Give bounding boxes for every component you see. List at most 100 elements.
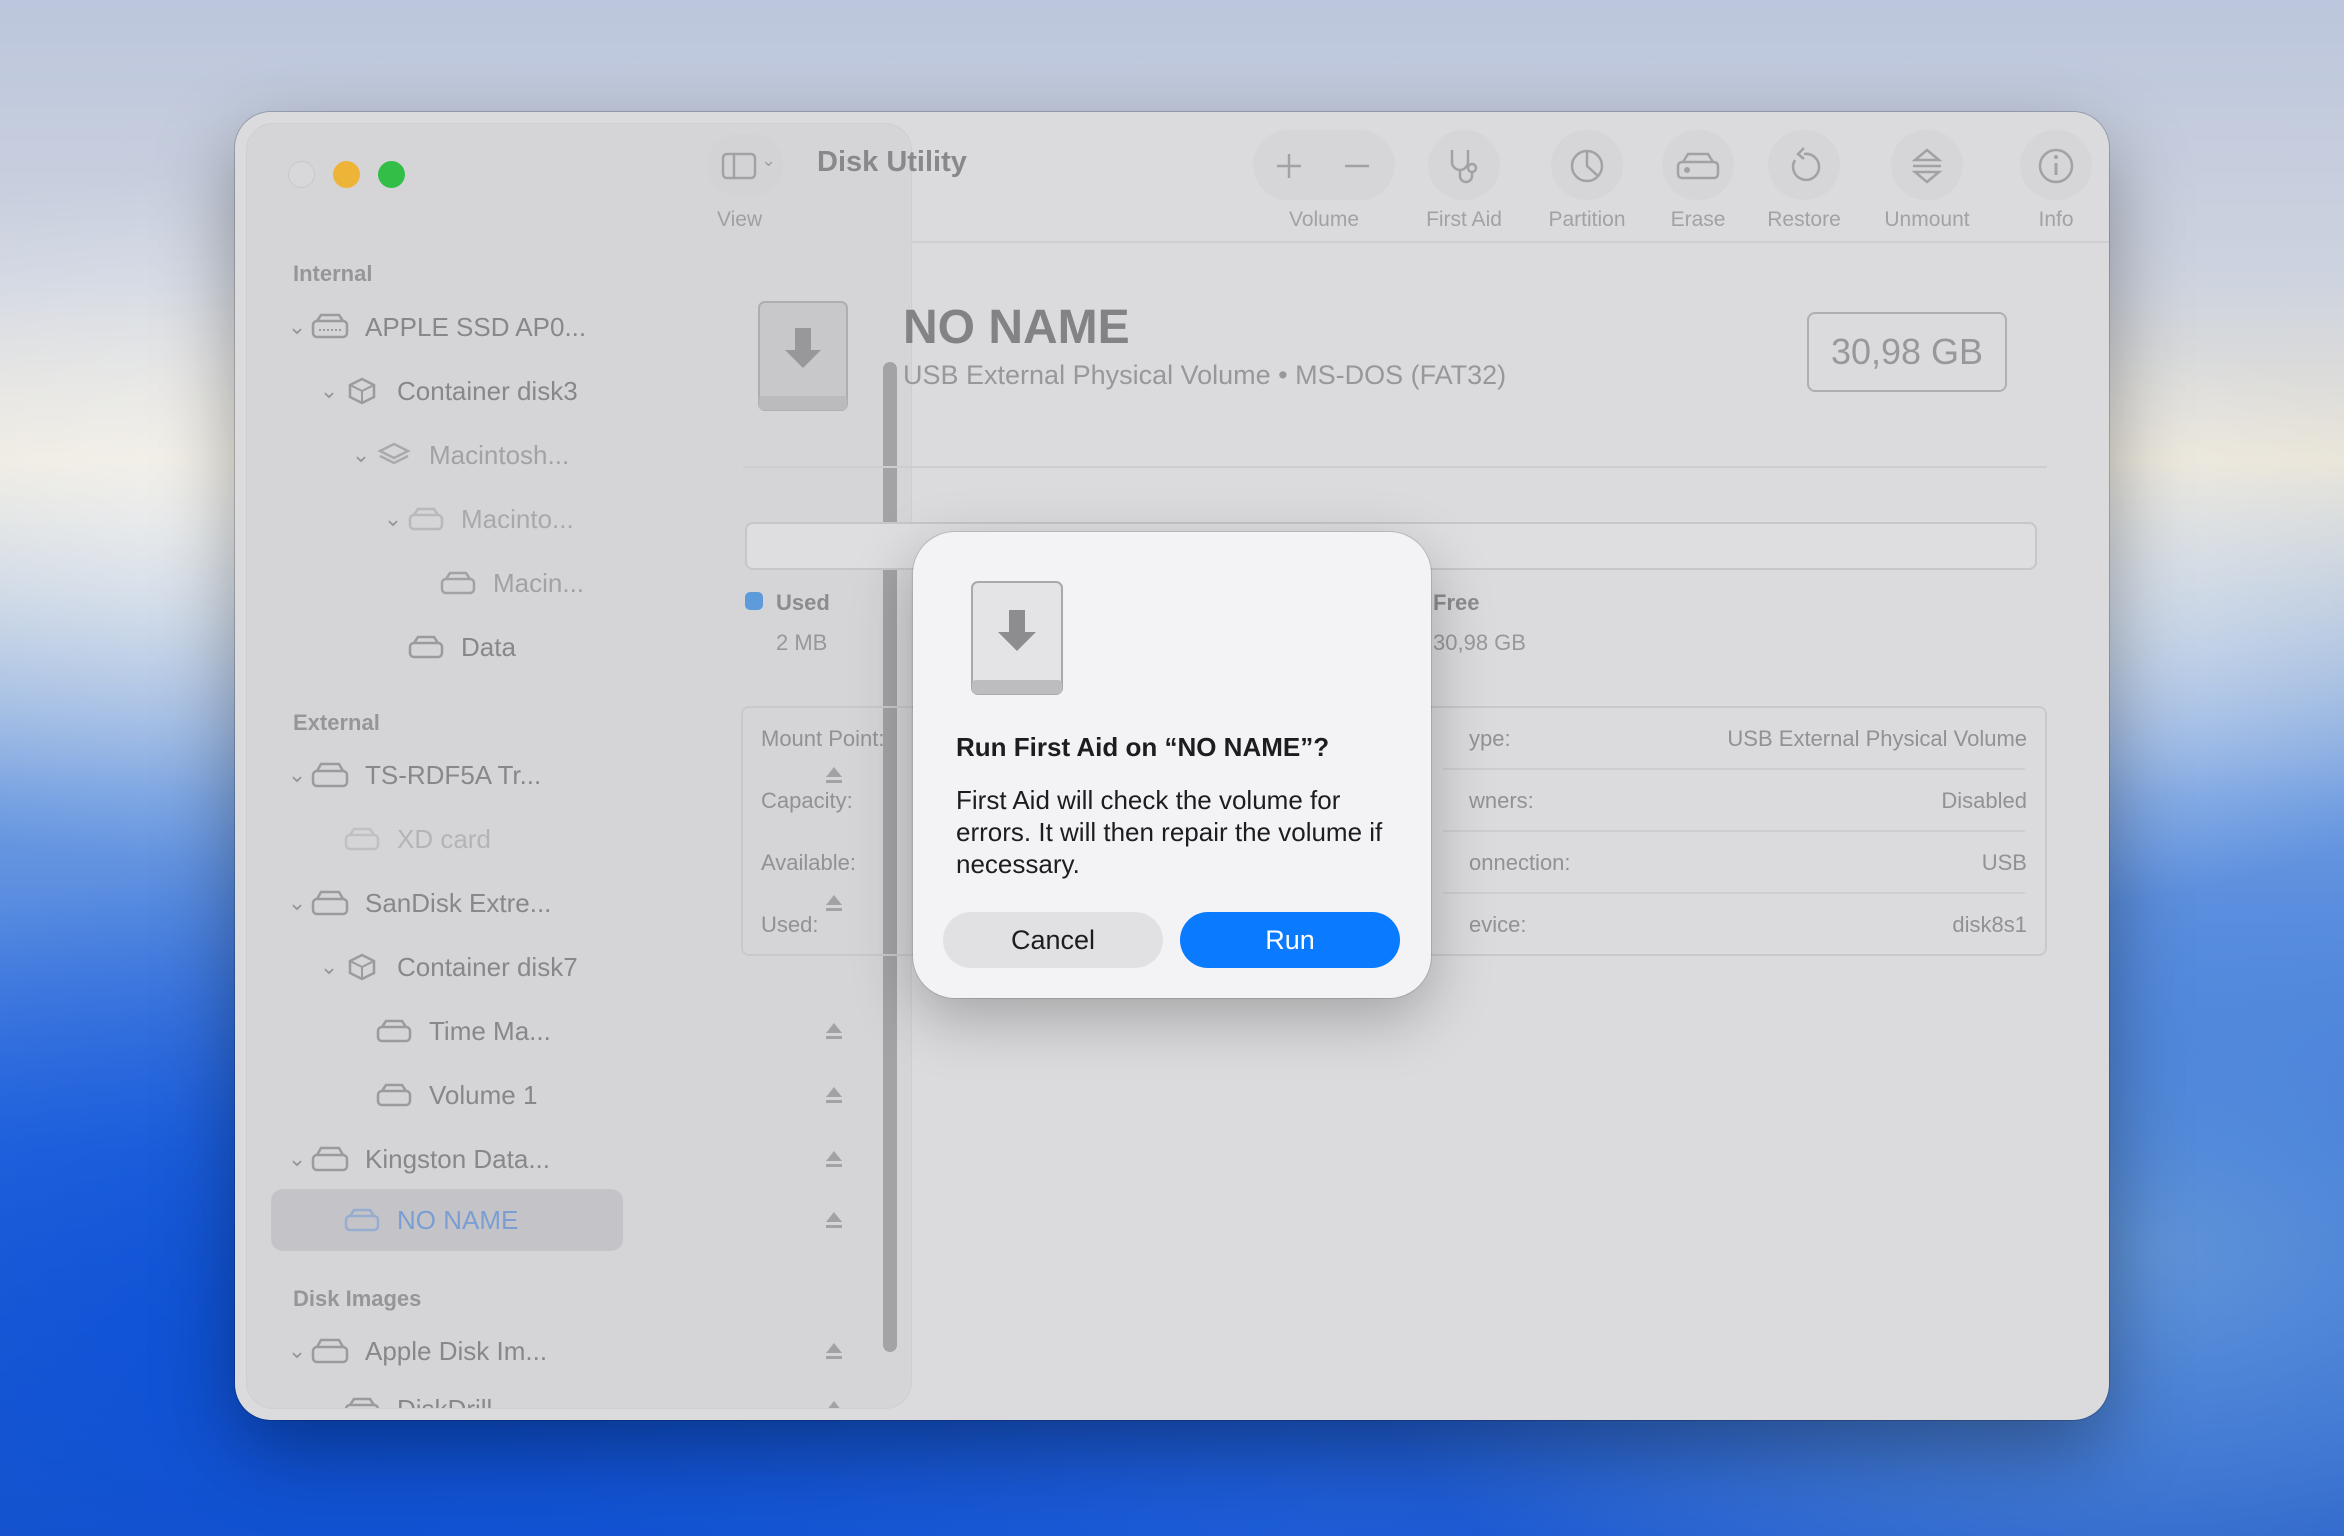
container-icon — [348, 953, 376, 981]
sidebar-item-label: TS-RDF5A Tr... — [365, 759, 542, 790]
sidebar-item-label: Container disk7 — [397, 951, 578, 982]
sidebar-item-diskdrill[interactable]: DiskDrill — [247, 1381, 887, 1408]
unmount-label: Unmount — [1884, 208, 1970, 231]
chevron-down-icon[interactable]: ⌄ — [285, 891, 309, 915]
view-label: View — [717, 208, 763, 231]
sidebar-item-label: Kingston Data... — [365, 1143, 550, 1174]
section-internal: Internal — [293, 261, 373, 286]
sidebar-toggle-icon — [721, 152, 757, 180]
info-button[interactable] — [2020, 130, 2092, 200]
first-aid-label: First Aid — [1426, 208, 1502, 231]
sidebar-item-label: Container disk3 — [397, 375, 578, 406]
container-icon — [348, 377, 376, 405]
sidebar-item-time-machine[interactable]: Time Ma... — [247, 1003, 887, 1059]
add-volume-icon[interactable] — [1275, 152, 1303, 180]
sidebar-item-volume-1[interactable]: Volume 1 — [247, 1067, 887, 1123]
view-button[interactable]: ⌄ — [707, 134, 783, 196]
chevron-down-icon[interactable]: ⌄ — [285, 315, 309, 339]
eject-icon[interactable] — [823, 1020, 845, 1042]
chevron-down-icon: ⌄ — [761, 150, 777, 170]
external-volume-icon — [971, 581, 1063, 695]
free-legend-value: 30,98 GB — [1433, 630, 1526, 655]
sidebar-item-label: SanDisk Extre... — [365, 887, 552, 918]
section-disk-images: Disk Images — [293, 1286, 422, 1311]
free-legend-title: Free — [1433, 590, 1480, 615]
chevron-down-icon[interactable]: ⌄ — [285, 1147, 309, 1171]
used-legend-value: 2 MB — [776, 630, 828, 655]
sidebar-item-label: DiskDrill — [397, 1394, 492, 1409]
chevron-down-icon[interactable]: ⌄ — [349, 443, 373, 467]
internal-drive-icon — [311, 313, 349, 339]
restore-arrow-icon — [1791, 147, 1821, 182]
eject-icon[interactable] — [823, 1209, 845, 1231]
restore-button[interactable] — [1768, 130, 1840, 200]
close-window-button[interactable] — [288, 161, 315, 188]
sidebar-item-no-name[interactable]: NO NAME — [247, 1192, 887, 1248]
info-value-device: disk8s1 — [1952, 912, 2027, 937]
unmount-eject-icon — [1911, 148, 1943, 184]
chevron-down-icon[interactable]: ⌄ — [285, 763, 309, 787]
sidebar-item-label: NO NAME — [397, 1204, 519, 1235]
eject-icon[interactable] — [823, 1084, 845, 1106]
eject-icon[interactable] — [823, 1340, 845, 1362]
info-key-used: Used: — [761, 912, 819, 937]
first-aid-button[interactable] — [1428, 130, 1500, 200]
first-aid-dialog: Run First Aid on “NO NAME”? First Aid wi… — [913, 532, 1431, 998]
chevron-down-icon[interactable]: ⌄ — [317, 379, 341, 403]
info-key-available: Available: — [761, 850, 856, 875]
content-divider — [743, 466, 2047, 468]
info-label: Info — [2038, 208, 2074, 231]
cancel-button[interactable]: Cancel — [943, 912, 1163, 968]
sidebar-item-kingston[interactable]: ⌄ Kingston Data... — [247, 1131, 887, 1187]
volume-button-group — [1253, 130, 1395, 200]
info-key-connection: onnection: — [1469, 850, 1571, 875]
sidebar-item-label: Data — [461, 631, 516, 662]
used-legend-title: Used — [776, 590, 830, 615]
used-legend-swatch — [745, 592, 763, 610]
volume-icon — [376, 1019, 412, 1043]
info-value-owners: Disabled — [1941, 788, 2027, 813]
eject-icon[interactable] — [823, 1398, 845, 1408]
info-key-owners: wners: — [1469, 788, 1534, 813]
run-button[interactable]: Run — [1180, 912, 1400, 968]
external-drive-icon — [311, 762, 349, 788]
partition-label: Partition — [1548, 208, 1626, 231]
erase-label: Erase — [1670, 208, 1726, 231]
chevron-down-icon[interactable]: ⌄ — [285, 1339, 309, 1363]
sidebar-item-apple-disk-image[interactable]: ⌄ Apple Disk Im... — [247, 1323, 887, 1379]
info-key-capacity: Capacity: — [761, 788, 853, 813]
volume-group-icon — [377, 442, 411, 465]
sidebar-item-label: APPLE SSD AP0... — [365, 311, 587, 342]
section-external: External — [293, 710, 380, 735]
dialog-message: First Aid will check the volume for erro… — [956, 785, 1383, 879]
info-key-mount-point: Mount Point: — [761, 726, 885, 751]
volume-name: NO NAME — [903, 301, 1130, 354]
sidebar-item-label: Macinto... — [461, 503, 574, 534]
volume-icon — [344, 1208, 380, 1232]
volume-icon — [408, 507, 444, 531]
eject-icon[interactable] — [823, 1148, 845, 1170]
volume-label: Volume — [1288, 208, 1360, 231]
erase-button[interactable] — [1662, 130, 1734, 200]
zoom-window-button[interactable] — [378, 161, 405, 188]
sidebar-item-macintosh-group[interactable]: ⌄ Macintosh... — [247, 427, 887, 483]
minimize-window-button[interactable] — [333, 161, 360, 188]
volume-icon — [376, 1083, 412, 1107]
chevron-down-icon[interactable]: ⌄ — [381, 507, 405, 531]
external-drive-icon — [311, 890, 349, 916]
sidebar-item-label: Apple Disk Im... — [365, 1335, 548, 1366]
info-value-connection: USB — [1981, 850, 2027, 875]
partition-button[interactable] — [1551, 130, 1623, 200]
remove-volume-icon[interactable] — [1343, 152, 1371, 180]
volume-size-badge: 30,98 GB — [1807, 312, 2007, 392]
chevron-down-icon[interactable]: ⌄ — [317, 955, 341, 979]
unmount-button[interactable] — [1891, 130, 1963, 200]
volume-icon — [440, 571, 476, 595]
partition-pie-icon — [1570, 149, 1604, 183]
toolbar-divider — [911, 241, 2109, 243]
dialog-title: Run First Aid on “NO NAME”? — [956, 732, 1330, 762]
sidebar-item-label: Time Ma... — [429, 1015, 551, 1046]
volume-icon — [344, 1397, 380, 1408]
sidebar-item-label: Macintosh... — [429, 439, 570, 470]
info-value-type: USB External Physical Volume — [1727, 726, 2027, 751]
